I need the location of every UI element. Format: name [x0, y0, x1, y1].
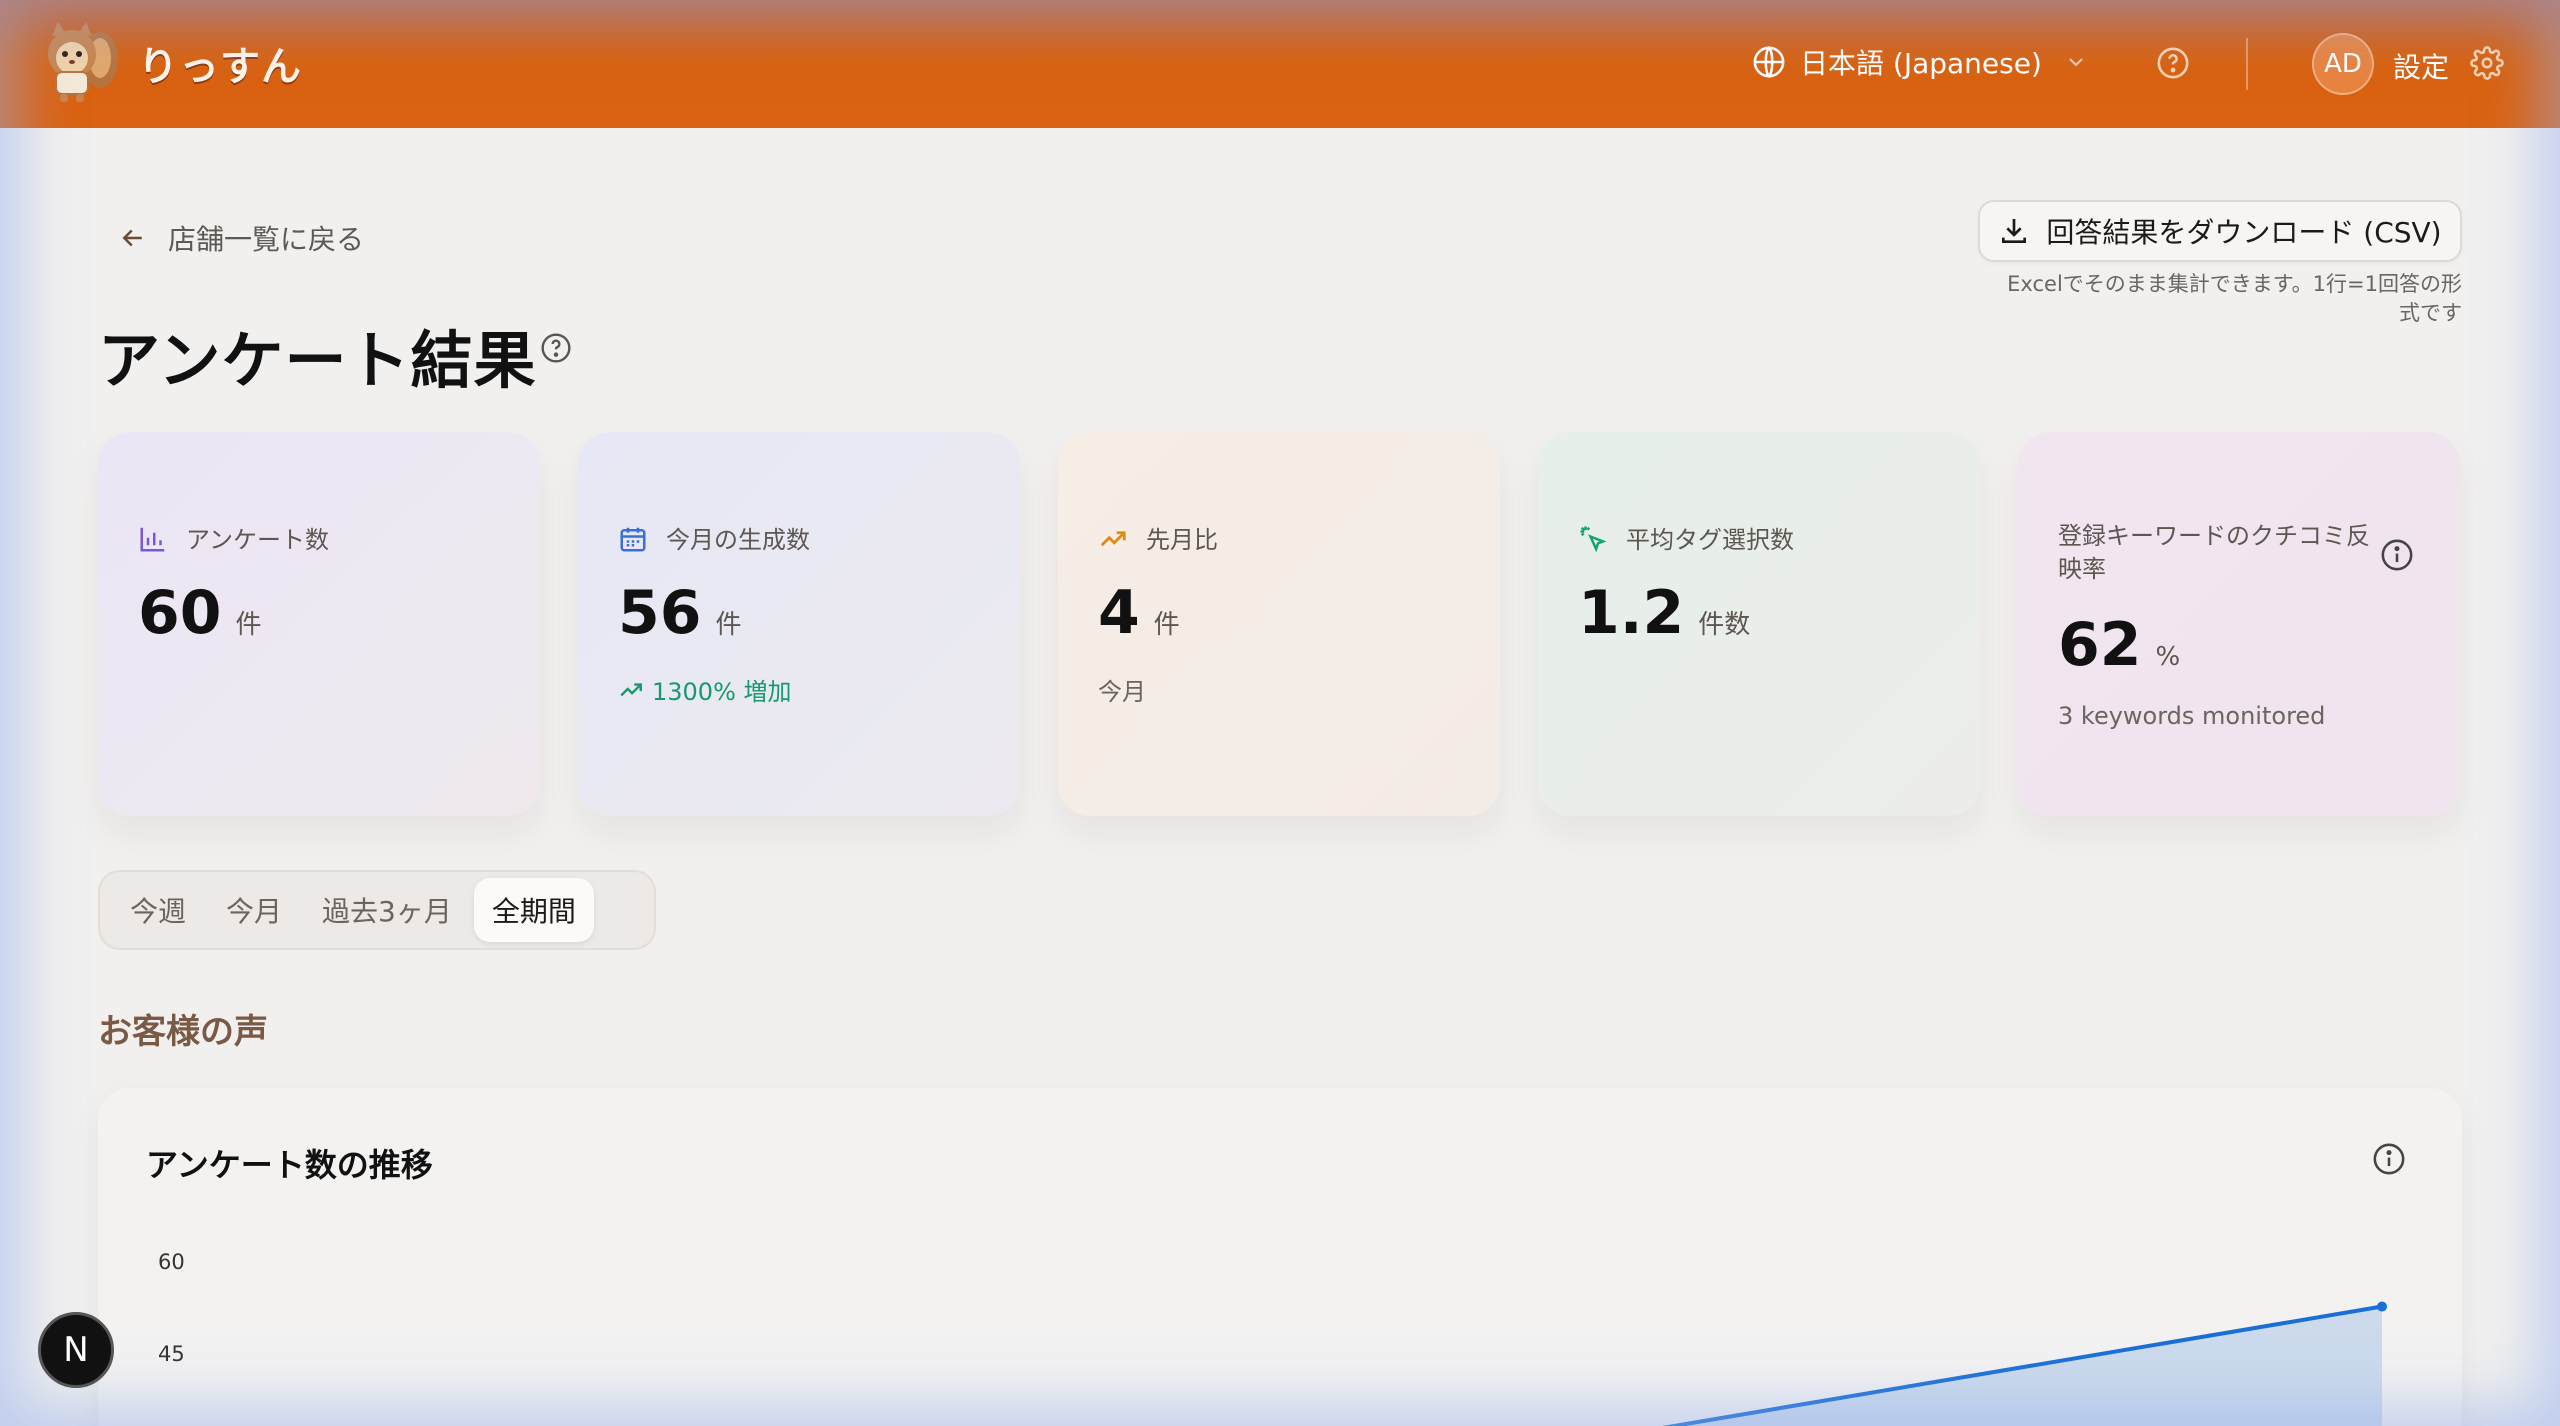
app-name: りっすん: [138, 44, 302, 90]
card-unit: %: [2155, 642, 2181, 672]
dev-tools-badge[interactable]: N: [38, 1312, 114, 1388]
card-label: アンケート数: [186, 526, 330, 554]
gear-icon[interactable]: [2470, 46, 2504, 80]
stat-card-survey-count: アンケート数 60 件: [98, 432, 540, 816]
y-tick-label: 45: [158, 1342, 185, 1366]
tab-this-week[interactable]: 今週: [112, 878, 204, 942]
download-csv-button[interactable]: 回答結果をダウンロード (CSV): [1978, 200, 2462, 262]
card-label: 今月の生成数: [666, 526, 810, 554]
card-unit: 件: [715, 610, 742, 640]
chart-area-fill: [1674, 1306, 2382, 1426]
survey-trend-panel: アンケート数の推移 60 45: [98, 1088, 2462, 1426]
trending-up-icon: [620, 682, 642, 696]
card-value: 1.2: [1578, 578, 1685, 648]
back-label: 店舗一覧に戻る: [168, 223, 365, 256]
language-selector[interactable]: 日本語 (Japanese): [1752, 42, 2088, 82]
y-tick-label: 60: [158, 1250, 185, 1274]
user-avatar[interactable]: AD: [2312, 33, 2374, 95]
card-value: 60: [138, 578, 222, 648]
tab-all-time[interactable]: 全期間: [473, 878, 594, 942]
download-note: Excelでそのまま集計できます。1行=1回答の形式です: [2007, 272, 2462, 325]
card-value: 56: [618, 578, 702, 648]
language-label: 日本語 (Japanese): [1800, 47, 2042, 80]
card-unit: 件数: [1698, 610, 1751, 640]
stat-card-keyword-rate: 登録キーワードのクチコミ反映率 62 % 3 keywords monitore…: [2018, 432, 2460, 816]
info-icon[interactable]: [2372, 1142, 2406, 1176]
page-title: アンケート結果: [98, 324, 537, 397]
download-icon: [2002, 219, 2027, 243]
chart-data-point[interactable]: [2377, 1301, 2387, 1312]
card-sub: 今月: [1098, 678, 1146, 706]
title-help-icon[interactable]: [540, 332, 572, 364]
section-title: お客様の声: [98, 1012, 268, 1052]
trending-up-icon: [1100, 531, 1126, 547]
info-icon[interactable]: [2380, 538, 2414, 572]
bar-chart-icon: [140, 527, 165, 552]
tab-past-3-months[interactable]: 過去3ヶ月: [304, 878, 470, 942]
globe-icon: [1753, 46, 1785, 78]
stat-card-monthly-generated: 今月の生成数 56 件 1300% 増加: [578, 432, 1020, 816]
arrow-left-icon: [122, 229, 142, 247]
stat-card-month-over-month: 先月比 4 件 今月: [1058, 432, 1500, 816]
tab-this-month[interactable]: 今月: [208, 878, 300, 942]
card-value: 4: [1098, 578, 1140, 648]
chevron-down-icon: [2069, 58, 2083, 67]
card-value: 62: [2058, 610, 2142, 680]
card-label: 登録キーワードのクチコミ反映率: [2058, 522, 2370, 583]
top-header: りっすん 日本語 (Japanese) AD 設定: [0, 0, 2560, 128]
squirrel-mascot-icon: [48, 22, 118, 102]
stat-card-avg-tags: 平均タグ選択数 1.2 件数: [1538, 432, 1980, 816]
survey-trend-chart: [1662, 1301, 2387, 1426]
help-icon[interactable]: [2156, 46, 2190, 80]
card-label: 先月比: [1146, 526, 1218, 554]
sparkle-cursor-icon: [1580, 526, 1607, 553]
card-unit: 件: [235, 610, 262, 640]
card-label: 平均タグ選択数: [1626, 526, 1794, 554]
app-logo[interactable]: りっすん: [38, 20, 302, 106]
growth-label: 1300% 増加: [652, 678, 792, 706]
card-unit: 件: [1153, 610, 1180, 640]
period-tabs: 今週 今月 過去3ヶ月 全期間: [98, 870, 656, 950]
header-divider: [2246, 38, 2248, 90]
settings-label[interactable]: 設定: [2393, 46, 2449, 86]
back-to-stores-link[interactable]: 店舗一覧に戻る: [118, 218, 364, 258]
download-label: 回答結果をダウンロード (CSV): [2046, 216, 2442, 249]
growth-indicator: 1300% 増加: [618, 672, 792, 707]
calendar-icon: [620, 527, 646, 552]
card-sub: 3 keywords monitored: [2058, 702, 2326, 730]
chart-title: アンケート数の推移: [146, 1146, 433, 1184]
